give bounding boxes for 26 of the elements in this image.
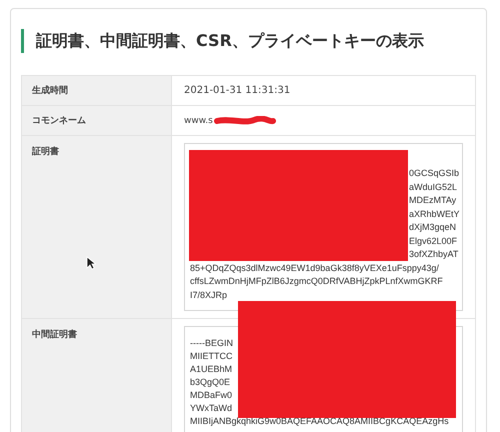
row-label: 生成時間	[22, 76, 172, 105]
certificate-text-line: YWxTaWd	[190, 402, 232, 415]
certificate-text-line: cffsLZwmDnHjMFpZlB6JzgmcQ0DRfVABHjZpkPLnfXwmGKRF	[190, 275, 443, 288]
certificate-text-line: I7/8XJRp	[190, 288, 228, 302]
certificate-text-line: aWduIG52L	[409, 180, 458, 194]
row-label: コモンネーム	[22, 106, 172, 135]
certificate-text-line: MIIETTCC	[190, 350, 232, 363]
certificate-text-line: aXRhbWEtY	[409, 208, 460, 220]
section-heading: 証明書、中間証明書、CSR、プライベートキーの表示	[21, 29, 476, 53]
certificate-text-line: MIIBIjANBgkqhkiG9w0BAQEFAAOCAQ8AMIIBCgKCAQEAzgHs	[190, 415, 449, 428]
row-label: 証明書	[22, 136, 172, 318]
certificate-text-line: A1UEBhM	[190, 363, 232, 376]
certificate-text-line: 3ofXZhbyAT	[409, 248, 458, 261]
certificate-text-line: MDBaFw0	[190, 389, 232, 402]
redaction-scribble	[214, 116, 276, 126]
certificate-text-line: dXjM3gqeN	[409, 221, 456, 234]
timestamp-text: 2021-01-31 11:31:31	[184, 85, 290, 96]
certificate-text-line: 0GCSqGSIb	[409, 167, 460, 180]
certificate-text-line: -----BEGIN	[190, 337, 233, 350]
certificate-text-line: Elgv62L00F	[409, 234, 458, 248]
row-label: 中間証明書	[22, 319, 172, 432]
common-name-text: www.s	[184, 116, 213, 126]
certificate-text-line: b3QgQ0E	[190, 376, 230, 389]
certificate-text-line: MDEzMTAy	[409, 194, 456, 207]
certificate-text-line: 85+QDqZQqs3dlMzwc49EW1d9baGk38f8yVEXe1uFsppy43g/	[190, 262, 439, 275]
mouse-cursor-icon	[86, 256, 96, 270]
